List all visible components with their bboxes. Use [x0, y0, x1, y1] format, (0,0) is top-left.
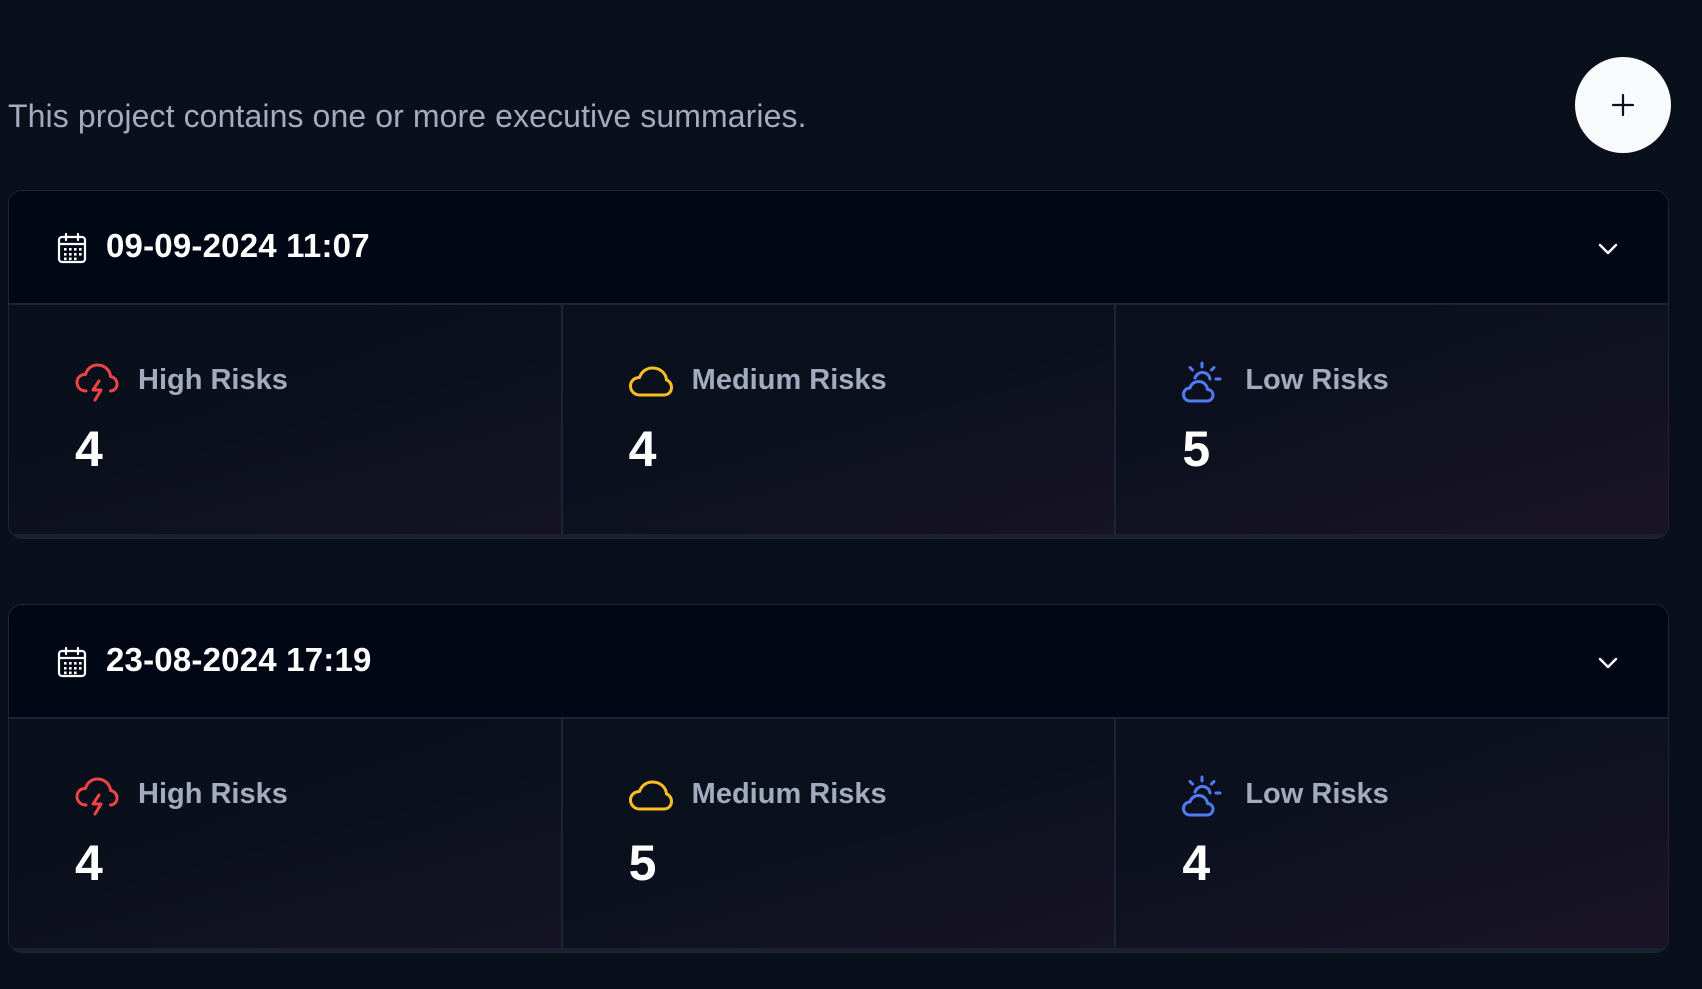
stat-high-risks: High Risks 4 — [9, 305, 561, 538]
cloud-icon — [628, 366, 673, 397]
chevron-down-icon[interactable] — [1595, 650, 1621, 676]
stat-label: High Risks — [138, 778, 288, 810]
calendar-icon — [57, 232, 87, 264]
sun-cloud-icon — [1182, 775, 1222, 817]
stat-value: 4 — [75, 421, 103, 477]
chevron-down-icon[interactable] — [1595, 236, 1621, 262]
stat-label: Medium Risks — [691, 364, 887, 396]
summary-card-header: 09-09-2024 11:07 — [9, 191, 1668, 305]
card-bottom-divider — [9, 948, 1668, 952]
intro-text: This project contains one or more execut… — [8, 98, 807, 134]
stat-label: Medium Risks — [691, 778, 887, 810]
stat-medium-risks: Medium Risks 4 — [560, 305, 1115, 538]
stat-high-risks: High Risks 4 — [9, 719, 561, 952]
calendar-icon — [57, 646, 87, 678]
executive-summaries-page: This project contains one or more execut… — [0, 0, 1702, 989]
risk-stats: High Risks 4 Medium Risks 4 Low Risks 5 — [9, 305, 1668, 538]
summary-date: 23-08-2024 17:19 — [106, 641, 372, 678]
sun-cloud-icon — [1182, 361, 1222, 403]
stat-value: 4 — [1182, 835, 1211, 891]
summary-card: 09-09-2024 11:07 High Risks 4 Medium Ris… — [8, 190, 1669, 539]
summary-date: 09-09-2024 11:07 — [106, 227, 370, 264]
stat-value: 4 — [75, 835, 103, 891]
plus-icon — [1611, 93, 1635, 117]
card-bottom-divider — [9, 534, 1668, 538]
stat-value: 5 — [628, 835, 657, 891]
stat-medium-risks: Medium Risks 5 — [560, 719, 1115, 952]
stat-low-risks: Low Risks 4 — [1114, 719, 1668, 952]
stat-low-risks: Low Risks 5 — [1114, 305, 1668, 538]
stat-value: 5 — [1182, 421, 1211, 477]
storm-cloud-icon — [75, 363, 119, 402]
stat-label: High Risks — [138, 364, 288, 396]
summary-card: 23-08-2024 17:19 High Risks 4 Medium Ris… — [8, 604, 1669, 953]
stat-label: Low Risks — [1245, 364, 1389, 396]
add-summary-button[interactable] — [1575, 57, 1671, 153]
stat-label: Low Risks — [1245, 778, 1389, 810]
stat-value: 4 — [628, 421, 657, 477]
cloud-icon — [628, 780, 673, 811]
storm-cloud-icon — [75, 777, 119, 816]
summary-card-header: 23-08-2024 17:19 — [9, 605, 1668, 719]
risk-stats: High Risks 4 Medium Risks 5 Low Risks 4 — [9, 719, 1668, 952]
